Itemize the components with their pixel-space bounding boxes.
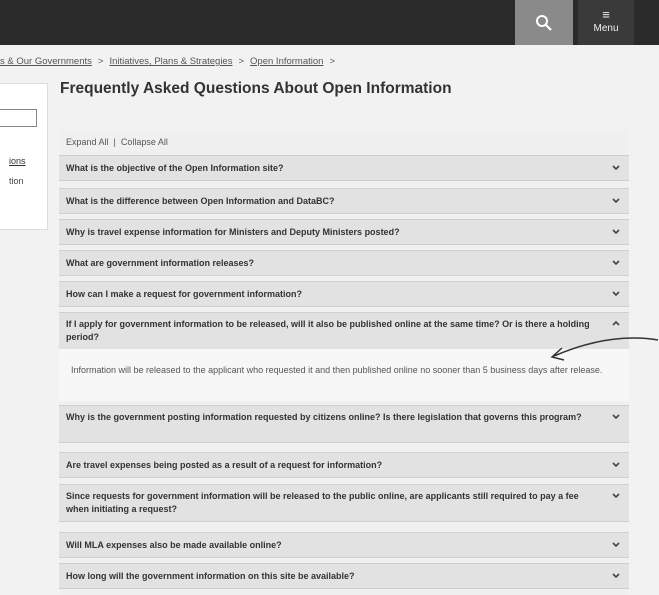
menu-label: Menu — [593, 23, 619, 34]
breadcrumb-separator: > — [97, 56, 104, 67]
faq-answer-text: Information will be released to the appl… — [71, 365, 603, 375]
sidebar-item-1[interactable]: ions — [9, 156, 26, 166]
faq-item-4[interactable]: What are government information releases… — [59, 250, 629, 276]
faq-item-5[interactable]: How can I make a request for government … — [59, 281, 629, 307]
faq-item-11[interactable]: How long will the government information… — [59, 563, 629, 589]
expand-all-link[interactable]: Expand All — [66, 137, 109, 147]
faq-item-9[interactable]: Since requests for government informatio… — [59, 484, 629, 522]
faq-item-8[interactable]: Are travel expenses being posted as a re… — [59, 452, 629, 478]
chevron-down-icon — [612, 198, 620, 204]
annotation-arrow — [550, 337, 659, 361]
sidebar-card: ions tion — [0, 83, 48, 230]
sidebar-search-input[interactable] — [0, 109, 37, 127]
menu-icon: ≡ — [602, 7, 610, 22]
faq-question: What is the objective of the Open Inform… — [66, 163, 284, 173]
faq-question: Since requests for government informatio… — [66, 491, 579, 514]
search-icon — [536, 14, 552, 31]
faq-question: What is the difference between Open Info… — [66, 196, 335, 206]
breadcrumb-item-open-information[interactable]: Open Information — [250, 56, 323, 67]
faq-question: Are travel expenses being posted as a re… — [66, 460, 383, 470]
chevron-down-icon — [612, 291, 620, 297]
breadcrumb-separator: > — [329, 56, 336, 67]
collapse-all-link[interactable]: Collapse All — [121, 137, 168, 147]
chevron-down-icon — [612, 493, 620, 499]
expand-collapse-controls: Expand All | Collapse All — [66, 137, 168, 147]
chevron-down-icon — [612, 165, 620, 171]
sidebar-item-2[interactable]: tion — [9, 176, 24, 186]
page-title: Frequently Asked Questions About Open In… — [60, 80, 452, 97]
chevron-down-icon — [612, 542, 620, 548]
faq-question: Will MLA expenses also be made available… — [66, 540, 282, 550]
faq-question: How long will the government information… — [66, 571, 355, 581]
chevron-up-icon — [612, 320, 620, 326]
chevron-down-icon — [612, 229, 620, 235]
chevron-down-icon — [612, 462, 620, 468]
breadcrumb-item-governments[interactable]: s & Our Governments — [0, 56, 92, 67]
menu-button[interactable]: ≡ Menu — [578, 0, 634, 45]
chevron-down-icon — [612, 573, 620, 579]
controls-divider: | — [113, 137, 116, 147]
faq-item-3[interactable]: Why is travel expense information for Mi… — [59, 219, 629, 245]
chevron-down-icon — [612, 414, 620, 420]
faq-item-2[interactable]: What is the difference between Open Info… — [59, 188, 629, 214]
faq-item-10[interactable]: Will MLA expenses also be made available… — [59, 532, 629, 558]
faq-question: Why is the government posting informatio… — [66, 412, 582, 422]
faq-item-7[interactable]: Why is the government posting informatio… — [59, 405, 629, 443]
faq-question: How can I make a request for government … — [66, 289, 303, 299]
breadcrumb: s & Our Governments > Initiatives, Plans &… — [0, 56, 341, 67]
search-button[interactable] — [515, 0, 573, 45]
faq-question: Why is travel expense information for Mi… — [66, 227, 400, 237]
faq-question: What are government information releases… — [66, 258, 255, 268]
chevron-down-icon — [612, 260, 620, 266]
faq-question: If I apply for government information to… — [66, 319, 590, 342]
faq-item-1[interactable]: What is the objective of the Open Inform… — [59, 155, 629, 181]
breadcrumb-item-initiatives[interactable]: Initiatives, Plans & Strategies — [109, 56, 232, 67]
breadcrumb-separator: > — [238, 56, 245, 67]
